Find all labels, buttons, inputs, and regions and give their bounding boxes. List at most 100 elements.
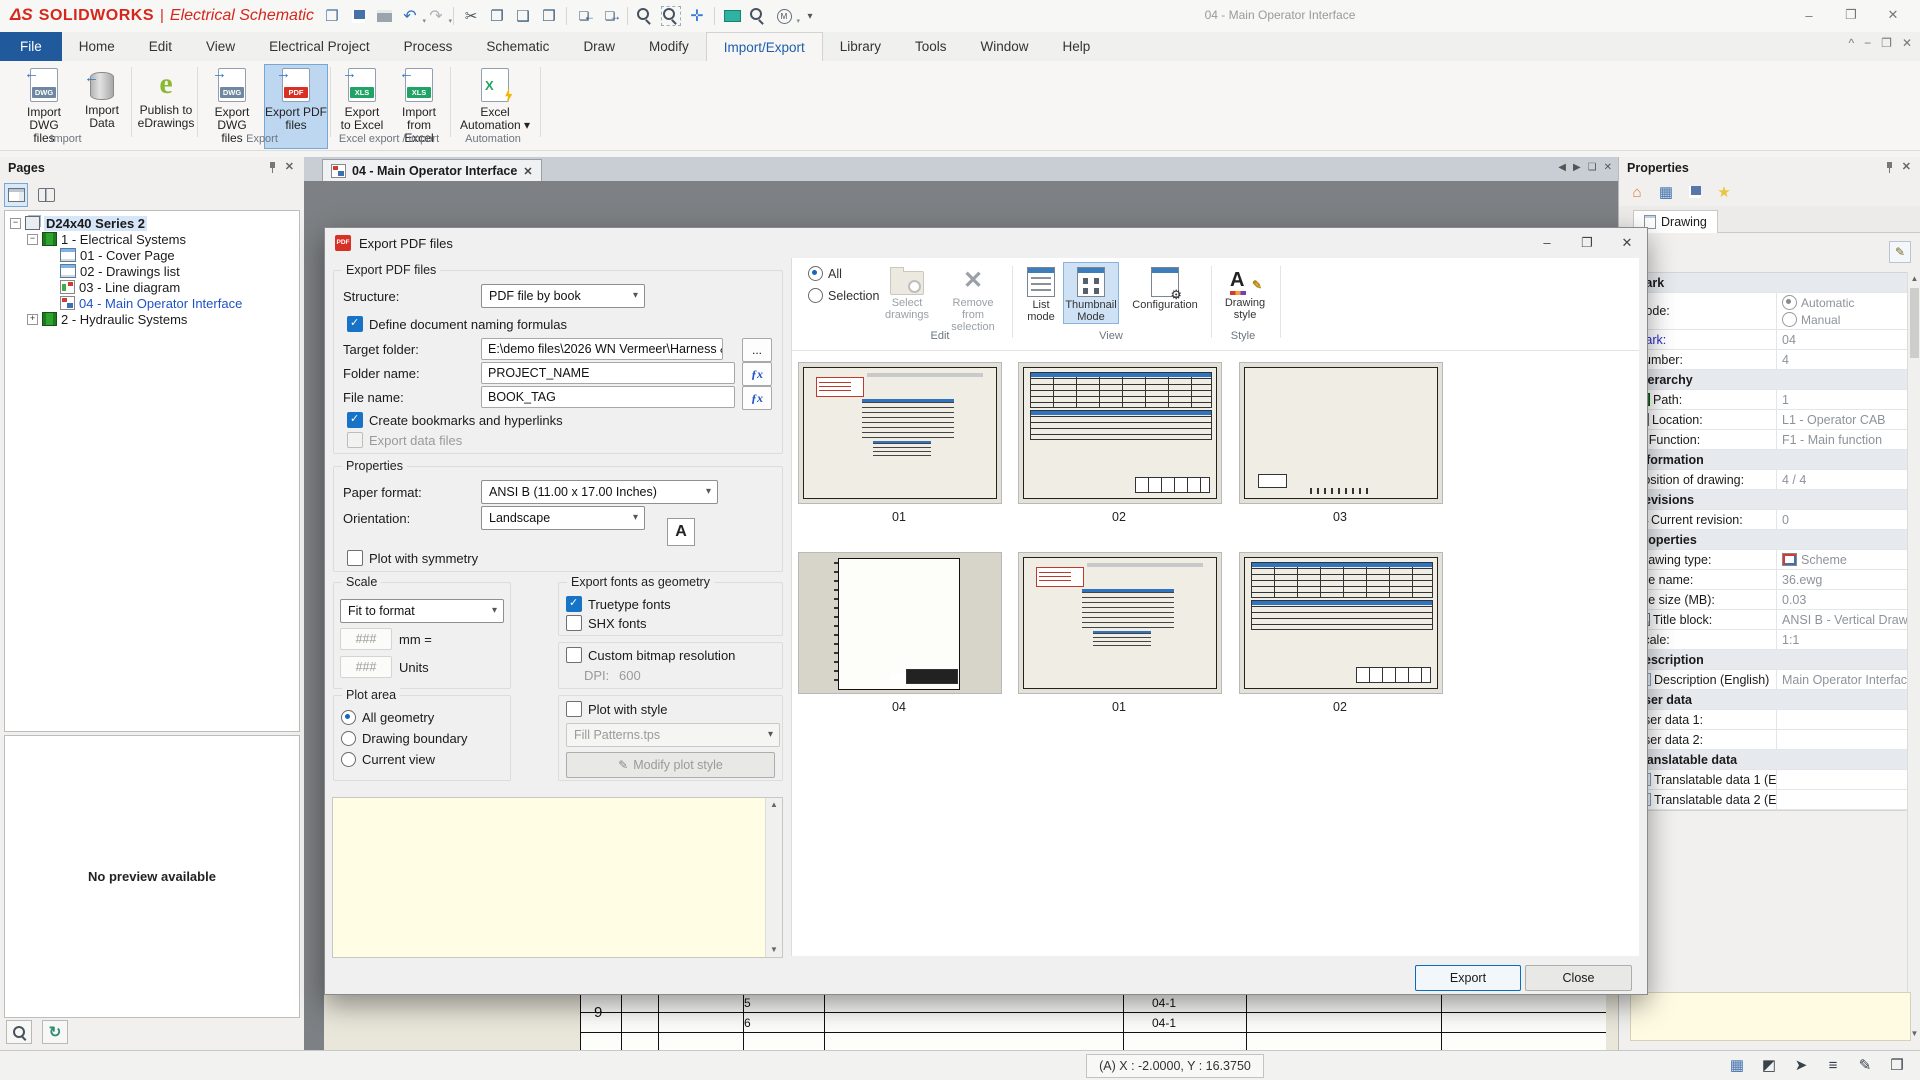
checkbox-icon[interactable] bbox=[347, 550, 363, 566]
scroll-up-icon[interactable]: ▲ bbox=[766, 798, 782, 812]
tree-expander-icon[interactable] bbox=[27, 234, 38, 245]
mdi-minimize-icon[interactable]: − bbox=[1864, 36, 1871, 50]
save-icon[interactable] bbox=[346, 4, 370, 28]
property-row[interactable]: Path: 1 Automatic Manual bbox=[1631, 390, 1910, 410]
property-row[interactable]: Number: 4 Automatic Manual bbox=[1631, 350, 1910, 370]
zoom-icon[interactable] bbox=[633, 4, 657, 28]
thumbnail-preview[interactable] bbox=[798, 552, 1002, 694]
structure-select[interactable]: PDF file by book bbox=[481, 284, 645, 308]
target-folder-input[interactable]: E:\demo files\2026 WN Vermeer\Harness & … bbox=[481, 338, 723, 360]
publish-to-edrawings-button[interactable]: e Publish toeDrawings bbox=[136, 64, 196, 149]
grid-view-icon[interactable] bbox=[1656, 182, 1676, 202]
pin-icon[interactable] bbox=[1884, 162, 1894, 173]
scrollbar-thumb[interactable] bbox=[1910, 288, 1919, 358]
property-row[interactable]: Mark Automatic Manual bbox=[1631, 273, 1910, 293]
scroll-down-icon[interactable]: ▼ bbox=[766, 943, 782, 957]
menu-tab[interactable]: Window bbox=[964, 32, 1046, 61]
scale-select[interactable]: Fit to format bbox=[340, 599, 504, 623]
thumbnail-preview[interactable] bbox=[1239, 362, 1443, 504]
checkbox-icon[interactable] bbox=[566, 615, 582, 631]
menu-tab[interactable]: Home bbox=[62, 32, 132, 61]
list-mode-button[interactable]: List mode bbox=[1020, 262, 1062, 324]
refresh-preview-button[interactable] bbox=[42, 1020, 68, 1044]
tree-item[interactable]: D24x40 Series 2 bbox=[5, 215, 299, 231]
comment-text-area[interactable]: ▲ ▼ bbox=[332, 797, 783, 958]
menu-tab[interactable]: Process bbox=[387, 32, 470, 61]
drawing-thumbnail[interactable]: 02 bbox=[1018, 362, 1220, 524]
tree-expander-icon[interactable] bbox=[27, 314, 38, 325]
close-window-icon[interactable]: ✕ bbox=[1872, 0, 1914, 30]
orientation-select[interactable]: Landscape bbox=[481, 506, 645, 530]
property-row[interactable]: Hierarchy Automatic Manual bbox=[1631, 370, 1910, 390]
favorites-icon[interactable] bbox=[1714, 182, 1734, 202]
dialog-title-bar[interactable]: PDF Export PDF files bbox=[325, 228, 1647, 258]
menu-tab[interactable]: View bbox=[189, 32, 252, 61]
collapse-ribbon-icon[interactable]: ^ bbox=[1849, 36, 1855, 50]
edit-properties-button[interactable]: ✎ bbox=[1889, 241, 1911, 263]
remove-from-selection-button[interactable]: ✕ Remove from selection bbox=[941, 262, 1005, 334]
mdi-restore-icon[interactable]: ❐ bbox=[1881, 36, 1892, 50]
select-drawings-button[interactable]: Select drawings bbox=[878, 262, 936, 322]
zoom-preview-button[interactable] bbox=[6, 1020, 32, 1044]
thumbnail-mode-button[interactable]: Thumbnail Mode bbox=[1063, 262, 1119, 324]
export-data-files-checkbox[interactable]: Export data files bbox=[347, 432, 462, 448]
scroll-tabs-left-icon[interactable]: ◀ bbox=[1558, 162, 1566, 173]
property-row[interactable]: Location: L1 - Operator CAB Automatic Ma… bbox=[1631, 410, 1910, 430]
plot-symmetry-checkbox[interactable]: Plot with symmetry bbox=[347, 550, 478, 566]
separator[interactable] bbox=[627, 7, 628, 25]
shx-fonts-checkbox[interactable]: SHX fonts bbox=[566, 615, 647, 631]
drawing-thumbnail[interactable]: 04 bbox=[798, 552, 1000, 714]
checkbox-checked-icon[interactable] bbox=[566, 596, 582, 612]
redo-icon[interactable] bbox=[424, 4, 448, 28]
pages-book-view-button[interactable] bbox=[34, 183, 58, 207]
folder-formula-button[interactable]: ƒx bbox=[742, 362, 772, 386]
truetype-fonts-checkbox[interactable]: Truetype fonts bbox=[566, 596, 671, 612]
save-properties-icon[interactable] bbox=[1685, 182, 1705, 202]
property-row[interactable]: Position of drawing: 4 / 4 Automatic Man… bbox=[1631, 470, 1910, 490]
menu-tab[interactable]: Schematic bbox=[469, 32, 566, 61]
dialog-minimize-icon[interactable]: – bbox=[1527, 228, 1567, 257]
all-geometry-radio[interactable]: All geometry bbox=[341, 710, 434, 725]
checkbox-icon[interactable] bbox=[566, 647, 582, 663]
dialog-maximize-icon[interactable]: ❐ bbox=[1567, 228, 1607, 257]
minimize-window-icon[interactable]: – bbox=[1788, 0, 1830, 30]
tree-item[interactable]: 2 - Hydraulic Systems bbox=[5, 311, 299, 327]
undo-icon[interactable] bbox=[398, 4, 422, 28]
grid-icon[interactable]: ▦ bbox=[1724, 1053, 1750, 1077]
doc-right-icon[interactable] bbox=[598, 4, 622, 28]
tree-item[interactable]: 02 - Drawings list bbox=[5, 263, 299, 279]
separator[interactable] bbox=[714, 7, 715, 25]
radio-selected-icon[interactable] bbox=[808, 266, 823, 281]
annotate-icon[interactable]: ✎ bbox=[1852, 1053, 1878, 1077]
tree-item[interactable]: 03 - Line diagram bbox=[5, 279, 299, 295]
scroll-up-icon[interactable]: ▲ bbox=[1908, 272, 1920, 285]
snap-icon[interactable]: ◩ bbox=[1756, 1053, 1782, 1077]
pin-icon[interactable] bbox=[267, 162, 277, 173]
property-row[interactable]: Properties Automatic Manual bbox=[1631, 530, 1910, 550]
property-row[interactable]: Drawing type: Scheme Automatic Manual bbox=[1631, 550, 1910, 570]
log-icon[interactable]: ❒ bbox=[1884, 1053, 1910, 1077]
import-data-button[interactable]: ← ImportData bbox=[76, 64, 128, 149]
menu-tab[interactable]: Electrical Project bbox=[252, 32, 387, 61]
property-row[interactable]: Current revision: 0 Automatic Manual bbox=[1631, 510, 1910, 530]
property-row[interactable]: File name: 36.ewg Automatic Manual bbox=[1631, 570, 1910, 590]
define-naming-checkbox[interactable]: Define document naming formulas bbox=[347, 316, 567, 332]
configuration-button[interactable]: Configuration bbox=[1127, 262, 1203, 312]
checkbox-checked-icon[interactable] bbox=[347, 316, 363, 332]
dialog-close-icon[interactable]: ✕ bbox=[1607, 228, 1647, 257]
create-bookmarks-checkbox[interactable]: Create bookmarks and hyperlinks bbox=[347, 412, 563, 428]
drawing-boundary-radio[interactable]: Drawing boundary bbox=[341, 731, 468, 746]
properties-scrollbar[interactable]: ▲ ▼ bbox=[1907, 272, 1920, 1040]
checkbox-icon[interactable] bbox=[566, 701, 582, 717]
menu-tab[interactable]: File bbox=[0, 32, 62, 61]
radio-icon[interactable] bbox=[808, 288, 823, 303]
cursor-icon[interactable]: ➤ bbox=[1788, 1053, 1814, 1077]
thumbnail-preview[interactable] bbox=[1239, 552, 1443, 694]
current-view-radio[interactable]: Current view bbox=[341, 752, 435, 767]
tree-item[interactable]: 1 - Electrical Systems bbox=[5, 231, 299, 247]
property-row[interactable]: User data 1: Automatic Manual bbox=[1631, 710, 1910, 730]
doc-left-icon[interactable] bbox=[572, 4, 596, 28]
copy-special-icon[interactable] bbox=[511, 4, 535, 28]
property-row[interactable]: Translatable data 2 (E Automatic Manual bbox=[1631, 790, 1910, 810]
search-icon[interactable] bbox=[746, 4, 770, 28]
